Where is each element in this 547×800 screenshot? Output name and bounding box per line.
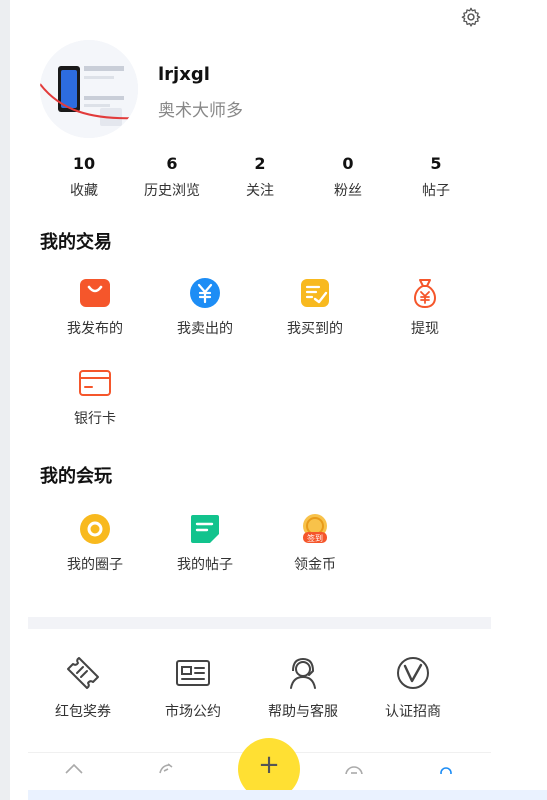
grid-item-label: 领金币: [294, 557, 336, 573]
stat-value: 0: [342, 154, 354, 173]
user-subtitle: 奥术大师多: [158, 101, 243, 121]
grid-item-withdraw[interactable]: 提现: [370, 276, 480, 338]
tool-label: 帮助与客服: [268, 704, 338, 720]
discover-tab-icon[interactable]: [156, 761, 176, 774]
grid-item-label: 我的圈子: [67, 557, 123, 573]
grid-item-my-sold[interactable]: 我卖出的: [150, 276, 260, 338]
stat-value: 10: [72, 154, 96, 173]
stat-value: 2: [254, 154, 266, 173]
home-tab-icon[interactable]: [64, 761, 84, 774]
stat-favorites[interactable]: 10 收藏: [40, 154, 128, 200]
bag-icon: [80, 279, 110, 307]
money-bag-icon: [414, 279, 436, 308]
section-title-play: 我的会玩: [40, 466, 112, 487]
tool-red-packet-coupon[interactable]: 红包奖券: [28, 655, 138, 721]
ticket-icon: [67, 657, 99, 689]
bottom-edge-band: [28, 790, 547, 800]
grid-item-label: 我卖出的: [177, 321, 233, 337]
tool-help-support[interactable]: 帮助与客服: [248, 655, 358, 721]
left-edge-band: [0, 0, 10, 800]
stat-value: 6: [166, 154, 178, 173]
username: lrjxgl: [158, 64, 210, 85]
grid-item-my-bought[interactable]: 我买到的: [260, 276, 370, 338]
tool-label: 市场公约: [165, 704, 221, 720]
tool-label: 认证招商: [385, 704, 441, 720]
stat-posts[interactable]: 5 帖子: [392, 154, 480, 200]
stat-label: 帖子: [422, 183, 450, 199]
profile-tab-icon[interactable]: [436, 761, 456, 774]
stat-label: 收藏: [70, 183, 98, 199]
stat-following[interactable]: 2 关注: [216, 154, 304, 200]
avatar-image: [40, 40, 138, 138]
stat-label: 历史浏览: [144, 183, 200, 199]
tool-market-convention[interactable]: 市场公约: [138, 655, 248, 721]
coin-badge-text: 签到: [307, 533, 323, 543]
id-card-icon: [176, 660, 210, 686]
circle-icon: [80, 514, 110, 544]
message-tab-icon[interactable]: [344, 761, 364, 774]
section-title-trade: 我的交易: [40, 232, 112, 253]
grid-item-label: 银行卡: [74, 411, 116, 427]
settings-gear-icon[interactable]: [460, 6, 482, 28]
post-icon: [191, 515, 219, 543]
grid-item-get-coins[interactable]: 签到 领金币: [260, 512, 370, 574]
tool-label: 红包奖券: [55, 704, 111, 720]
stat-label: 粉丝: [334, 183, 362, 199]
grid-item-bank-card[interactable]: 银行卡: [40, 366, 150, 428]
grid-item-label: 提现: [411, 321, 439, 337]
plus-icon: +: [258, 750, 280, 780]
stats-row: 10 收藏 6 历史浏览 2 关注 0 粉丝 5 帖子: [40, 154, 480, 200]
bank-card-icon: [79, 370, 111, 396]
grid-item-my-published[interactable]: 我发布的: [40, 276, 150, 338]
tool-certification[interactable]: 认证招商: [358, 655, 468, 721]
stat-value: 5: [430, 154, 442, 173]
stat-followers[interactable]: 0 粉丝: [304, 154, 392, 200]
checklist-icon: [301, 279, 329, 307]
headset-icon: [290, 657, 316, 689]
yen-coin-icon: [190, 278, 220, 308]
gold-coin-icon: 签到: [303, 514, 327, 543]
grid-item-label: 我的帖子: [177, 557, 233, 573]
avatar[interactable]: [40, 40, 138, 138]
grid-item-my-posts[interactable]: 我的帖子: [150, 512, 260, 574]
section-divider: [28, 617, 491, 629]
stat-history[interactable]: 6 历史浏览: [128, 154, 216, 200]
verified-icon: [397, 657, 429, 689]
grid-item-my-circle[interactable]: 我的圈子: [40, 512, 150, 574]
stat-label: 关注: [246, 183, 274, 199]
grid-item-label: 我买到的: [287, 321, 343, 337]
grid-item-label: 我发布的: [67, 321, 123, 337]
tools-row: 红包奖券 市场公约 帮助与客服 认证招商: [28, 655, 491, 721]
